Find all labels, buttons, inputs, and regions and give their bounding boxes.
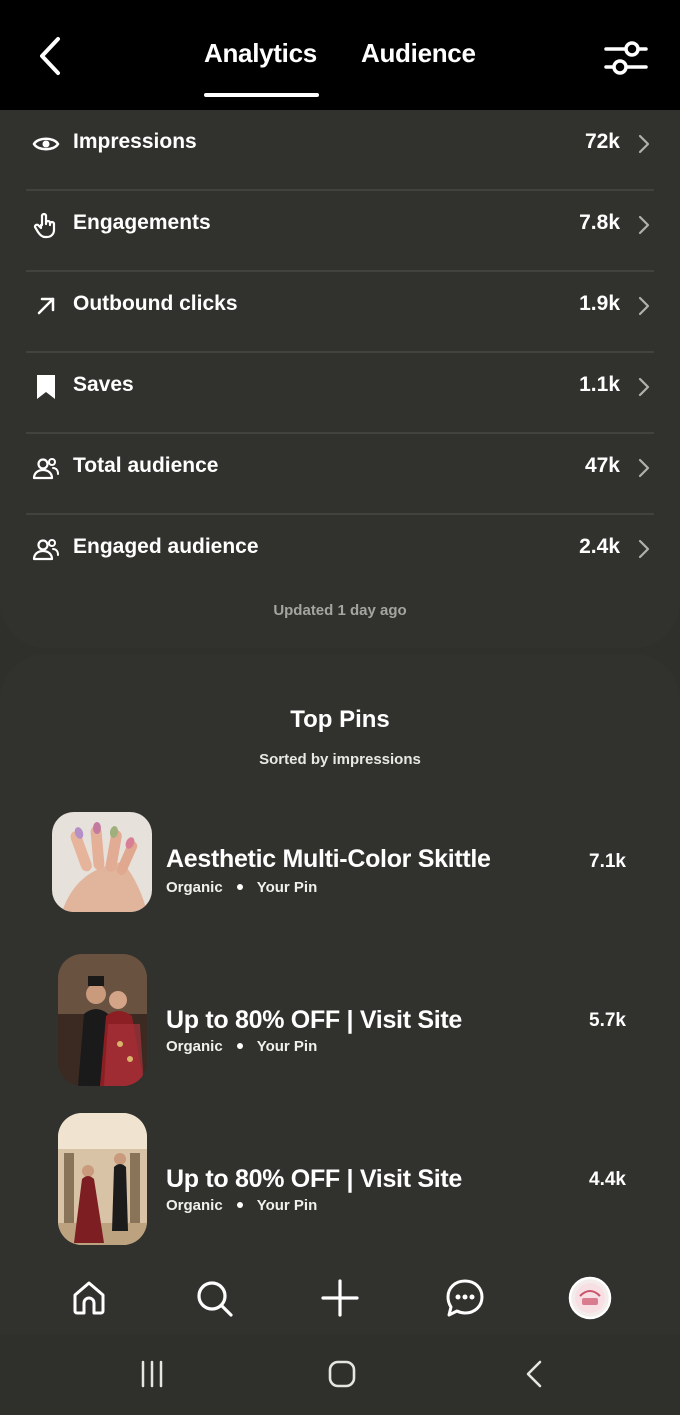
chat-icon xyxy=(446,1279,484,1317)
separator-dot xyxy=(236,884,243,891)
chevron-right-icon xyxy=(638,296,650,316)
pin-meta: Organic Your Pin xyxy=(166,1038,317,1055)
chevron-right-icon xyxy=(638,377,650,397)
pin-impressions: 5.7k xyxy=(589,1010,626,1031)
system-back-button[interactable] xyxy=(516,1356,552,1392)
people-icon xyxy=(32,458,59,480)
nav-profile[interactable] xyxy=(568,1276,612,1320)
tab-analytics[interactable]: Analytics xyxy=(204,38,317,69)
pin-source: Organic xyxy=(166,879,223,896)
pin-impressions: 7.1k xyxy=(589,851,626,872)
pin-title: Up to 80% OFF | Visit Site xyxy=(166,1165,463,1193)
pin-source: Organic xyxy=(166,1197,223,1214)
section-title: Top Pins xyxy=(290,706,390,733)
bookmark-icon xyxy=(37,375,55,399)
metric-value: 47k xyxy=(584,454,620,477)
section-subtitle: Sorted by impressions xyxy=(259,751,421,768)
metric-row-engagements[interactable]: Engagements 7.8k xyxy=(26,191,654,272)
metric-row-total-audience[interactable]: Total audience 47k xyxy=(26,434,654,515)
metrics-card: Impressions 72k Engagements 7.8k Outboun… xyxy=(0,110,680,648)
metric-label: Impressions xyxy=(73,130,197,153)
recents-button[interactable] xyxy=(134,1356,170,1392)
tap-hand-icon xyxy=(33,212,56,239)
pin-thumbnail-nails xyxy=(52,812,152,912)
pin-row[interactable]: Aesthetic Multi-Color Skittle Organic You… xyxy=(52,811,632,951)
top-bar: Analytics Audience xyxy=(0,0,680,110)
chevron-right-icon xyxy=(638,458,650,478)
metric-label: Total audience xyxy=(73,454,219,477)
search-icon xyxy=(197,1281,233,1317)
pin-owner: Your Pin xyxy=(256,1038,318,1055)
metric-value: 1.1k xyxy=(579,373,620,396)
chevron-right-icon xyxy=(638,539,650,559)
metric-label: Saves xyxy=(73,373,134,396)
pin-owner: Your Pin xyxy=(256,879,318,896)
pin-title: Up to 80% OFF | Visit Site xyxy=(166,1006,463,1034)
nav-messages[interactable] xyxy=(443,1276,487,1320)
nav-create[interactable] xyxy=(318,1276,362,1320)
metric-value: 7.8k xyxy=(579,211,620,234)
chevron-left-icon xyxy=(40,37,60,75)
profile-avatar xyxy=(568,1276,612,1320)
metric-row-impressions[interactable]: Impressions 72k xyxy=(26,110,654,191)
system-home-button[interactable] xyxy=(324,1356,360,1392)
metric-row-saves[interactable]: Saves 1.1k xyxy=(26,353,654,434)
people-icon xyxy=(32,539,59,561)
pin-thumbnail-couple xyxy=(58,954,147,1086)
plus-icon xyxy=(321,1279,359,1317)
separator-dot xyxy=(236,1043,243,1050)
metric-value: 72k xyxy=(584,130,620,153)
tab-audience[interactable]: Audience xyxy=(361,38,476,69)
updated-timestamp: Updated 1 day ago xyxy=(273,602,407,619)
nav-search[interactable] xyxy=(192,1276,236,1320)
active-tab-indicator xyxy=(204,93,319,97)
eye-icon xyxy=(32,137,60,151)
nav-home[interactable] xyxy=(67,1276,111,1320)
pin-meta: Organic Your Pin xyxy=(166,879,317,896)
metric-row-engaged-audience[interactable]: Engaged audience 2.4k xyxy=(26,515,654,596)
metric-row-outbound-clicks[interactable]: Outbound clicks 1.9k xyxy=(26,272,654,353)
metric-value: 1.9k xyxy=(579,292,620,315)
home-circle-icon xyxy=(328,1360,356,1388)
recents-icon xyxy=(141,1360,163,1388)
pin-thumbnail-hall xyxy=(58,1113,147,1245)
sliders-icon xyxy=(604,41,648,75)
pin-meta: Organic Your Pin xyxy=(166,1197,317,1214)
metric-label: Outbound clicks xyxy=(73,292,238,315)
home-icon xyxy=(73,1281,105,1315)
pin-row[interactable]: Up to 80% OFF | Visit Site Organic Your P… xyxy=(52,1113,632,1253)
pin-row[interactable]: Up to 80% OFF | Visit Site Organic Your P… xyxy=(52,954,632,1094)
back-button[interactable] xyxy=(28,34,72,78)
pin-title: Aesthetic Multi-Color Skittle xyxy=(166,845,491,873)
pin-owner: Your Pin xyxy=(256,1197,318,1214)
separator-dot xyxy=(236,1202,243,1209)
chevron-right-icon xyxy=(638,134,650,154)
metric-label: Engagements xyxy=(73,211,211,234)
pin-impressions: 4.4k xyxy=(589,1169,626,1190)
filter-button[interactable] xyxy=(602,38,650,78)
arrow-up-right-icon xyxy=(37,297,55,315)
metric-value: 2.4k xyxy=(579,535,620,558)
metric-label: Engaged audience xyxy=(73,535,259,558)
pin-source: Organic xyxy=(166,1038,223,1055)
chevron-right-icon xyxy=(638,215,650,235)
bottom-nav xyxy=(0,1262,680,1334)
system-nav-bar xyxy=(0,1334,680,1415)
back-icon xyxy=(526,1360,542,1388)
